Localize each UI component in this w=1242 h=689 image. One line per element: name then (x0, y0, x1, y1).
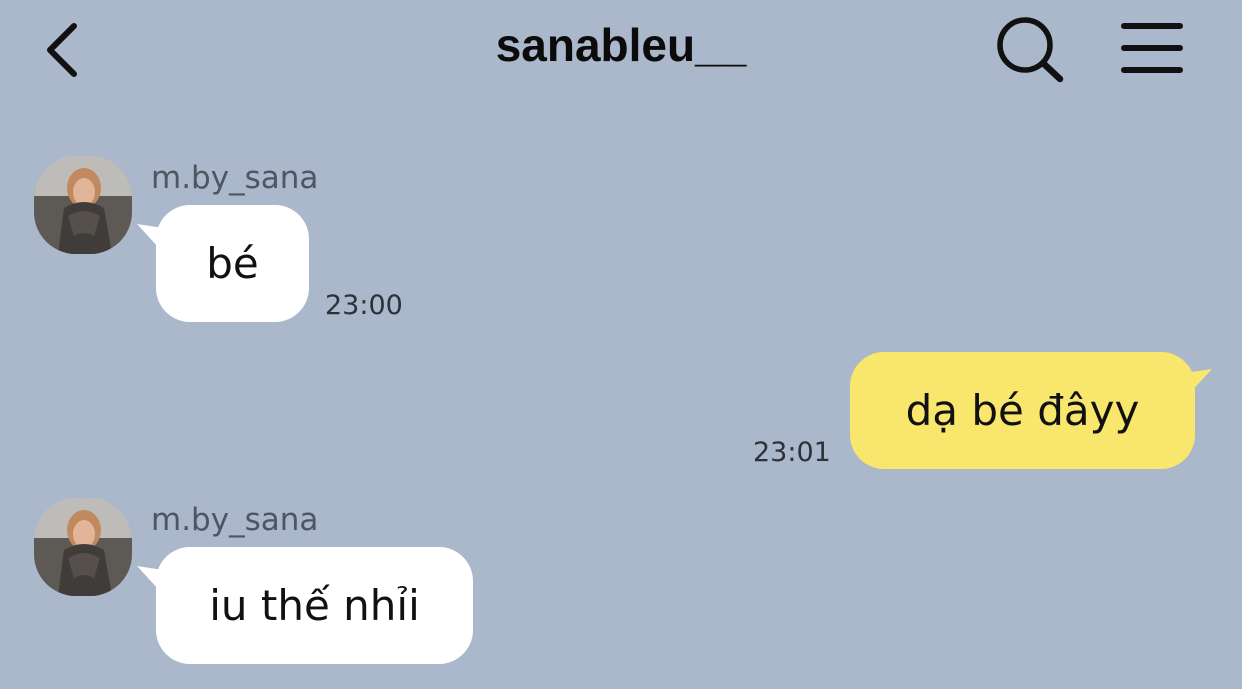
sender-name: m.by_sana (151, 160, 319, 196)
avatar[interactable] (34, 498, 132, 596)
chat-header: sanableu__ (0, 0, 1242, 100)
avatar[interactable] (34, 156, 132, 254)
message-text: dạ bé đâyy (905, 385, 1140, 435)
message-text: iu thế nhỉi (209, 580, 420, 630)
search-icon[interactable] (992, 14, 1066, 84)
message-bubble[interactable]: iu thế nhỉi (156, 547, 473, 664)
bubble-tail (1184, 369, 1212, 395)
menu-icon[interactable] (1118, 18, 1186, 78)
sender-name: m.by_sana (151, 502, 319, 538)
message-time: 23:00 (325, 290, 403, 321)
message-bubble[interactable]: dạ bé đâyy (850, 352, 1195, 469)
message-time: 23:01 (753, 437, 831, 468)
message-bubble[interactable]: bé (156, 205, 309, 322)
message-text: bé (206, 238, 259, 288)
